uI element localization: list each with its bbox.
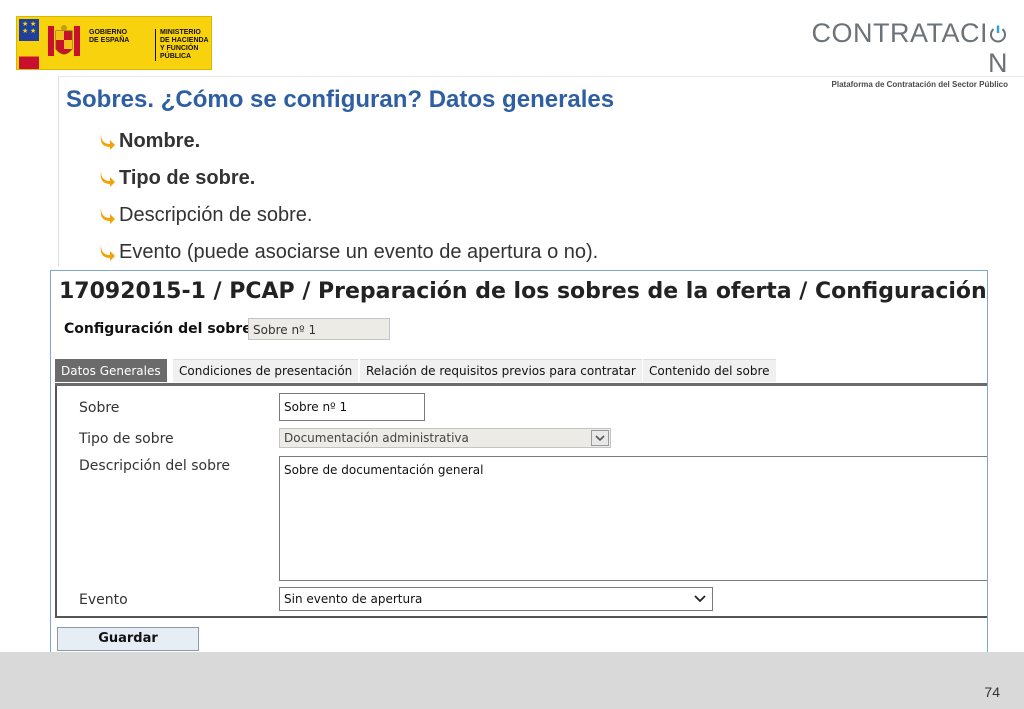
chevron-down-icon[interactable] bbox=[694, 595, 706, 603]
government-logo: ★ ★ ★ ★ GOBIERNO DE ESPAÑA MINISTERIO DE H… bbox=[16, 16, 212, 70]
tab-bar: Datos Generales Condiciones de presentac… bbox=[55, 359, 987, 386]
chevron-down-icon[interactable] bbox=[591, 430, 609, 446]
descripcion-textarea[interactable]: Sobre de documentación general bbox=[279, 456, 987, 581]
descripcion-label: Descripción del sobre bbox=[79, 458, 231, 474]
evento-label: Evento bbox=[79, 592, 128, 608]
divider bbox=[58, 76, 59, 266]
evento-select[interactable]: Sin evento de apertura bbox=[279, 587, 713, 611]
arrow-icon bbox=[100, 207, 115, 224]
tipo-sobre-label: Tipo de sobre bbox=[79, 431, 174, 447]
brand-subtitle: Plataforma de Contratación del Sector Pú… bbox=[831, 80, 1008, 89]
bullet-item: Descripción de sobre. bbox=[98, 196, 598, 233]
bullet-text: Descripción de sobre. bbox=[119, 203, 313, 226]
config-value-field: Sobre nº 1 bbox=[248, 318, 390, 340]
application-screenshot: 17092015-1 / PCAP / Preparación de los s… bbox=[50, 270, 988, 660]
divider bbox=[58, 76, 1024, 77]
evento-value: Sin evento de apertura bbox=[284, 592, 423, 606]
bullet-text: Evento (puede asociarse un evento de ape… bbox=[119, 240, 599, 263]
tipo-sobre-value: Documentación administrativa bbox=[284, 431, 469, 445]
page-number: 74 bbox=[984, 684, 1000, 700]
page-title: 17092015-1 / PCAP / Preparación de los s… bbox=[59, 279, 987, 304]
tab-requisitos-previos[interactable]: Relación de requisitos previos para cont… bbox=[360, 359, 642, 382]
sobre-label: Sobre bbox=[79, 400, 120, 416]
brand-name: CONTRATACIN bbox=[811, 18, 1008, 78]
footer-bar: 74 bbox=[0, 652, 1024, 709]
bullet-text: Nombre. bbox=[119, 129, 201, 152]
arrow-icon bbox=[100, 244, 115, 261]
tab-condiciones-presentacion[interactable]: Condiciones de presentación bbox=[173, 359, 359, 382]
coat-of-arms-icon bbox=[48, 25, 80, 56]
arrow-icon bbox=[100, 133, 115, 150]
sobre-input[interactable]: Sobre nº 1 bbox=[279, 393, 425, 421]
bullet-text: Tipo de sobre. bbox=[119, 166, 256, 189]
bullet-item: Tipo de sobre. bbox=[98, 159, 598, 196]
arrow-icon bbox=[100, 170, 115, 187]
contratacion-logo: CONTRATACIN Plataforma de Contratación d… bbox=[794, 18, 1009, 89]
tipo-sobre-select[interactable]: Documentación administrativa bbox=[279, 428, 611, 448]
config-label: Configuración del sobre bbox=[64, 321, 252, 337]
form-panel: Sobre Sobre nº 1 Tipo de sobre Documenta… bbox=[55, 386, 987, 618]
tab-contenido-sobre[interactable]: Contenido del sobre bbox=[643, 359, 776, 382]
government-text: GOBIERNO DE ESPAÑA bbox=[89, 29, 130, 44]
bullet-item: Nombre. bbox=[98, 122, 598, 159]
save-button[interactable]: Guardar bbox=[57, 627, 199, 651]
tab-datos-generales[interactable]: Datos Generales bbox=[55, 359, 167, 382]
ministry-text: MINISTERIO DE HACIENDA Y FUNCIÓN PÚBLICA bbox=[155, 29, 220, 61]
slide-title: Sobres. ¿Cómo se configuran? Datos gener… bbox=[66, 86, 615, 113]
eu-flag-icon: ★ ★ ★ ★ bbox=[19, 19, 39, 41]
bullet-item: Evento (puede asociarse un evento de ape… bbox=[98, 233, 598, 270]
power-icon bbox=[990, 25, 1006, 43]
bullet-list: Nombre. Tipo de sobre. Descripción de so… bbox=[98, 122, 598, 270]
